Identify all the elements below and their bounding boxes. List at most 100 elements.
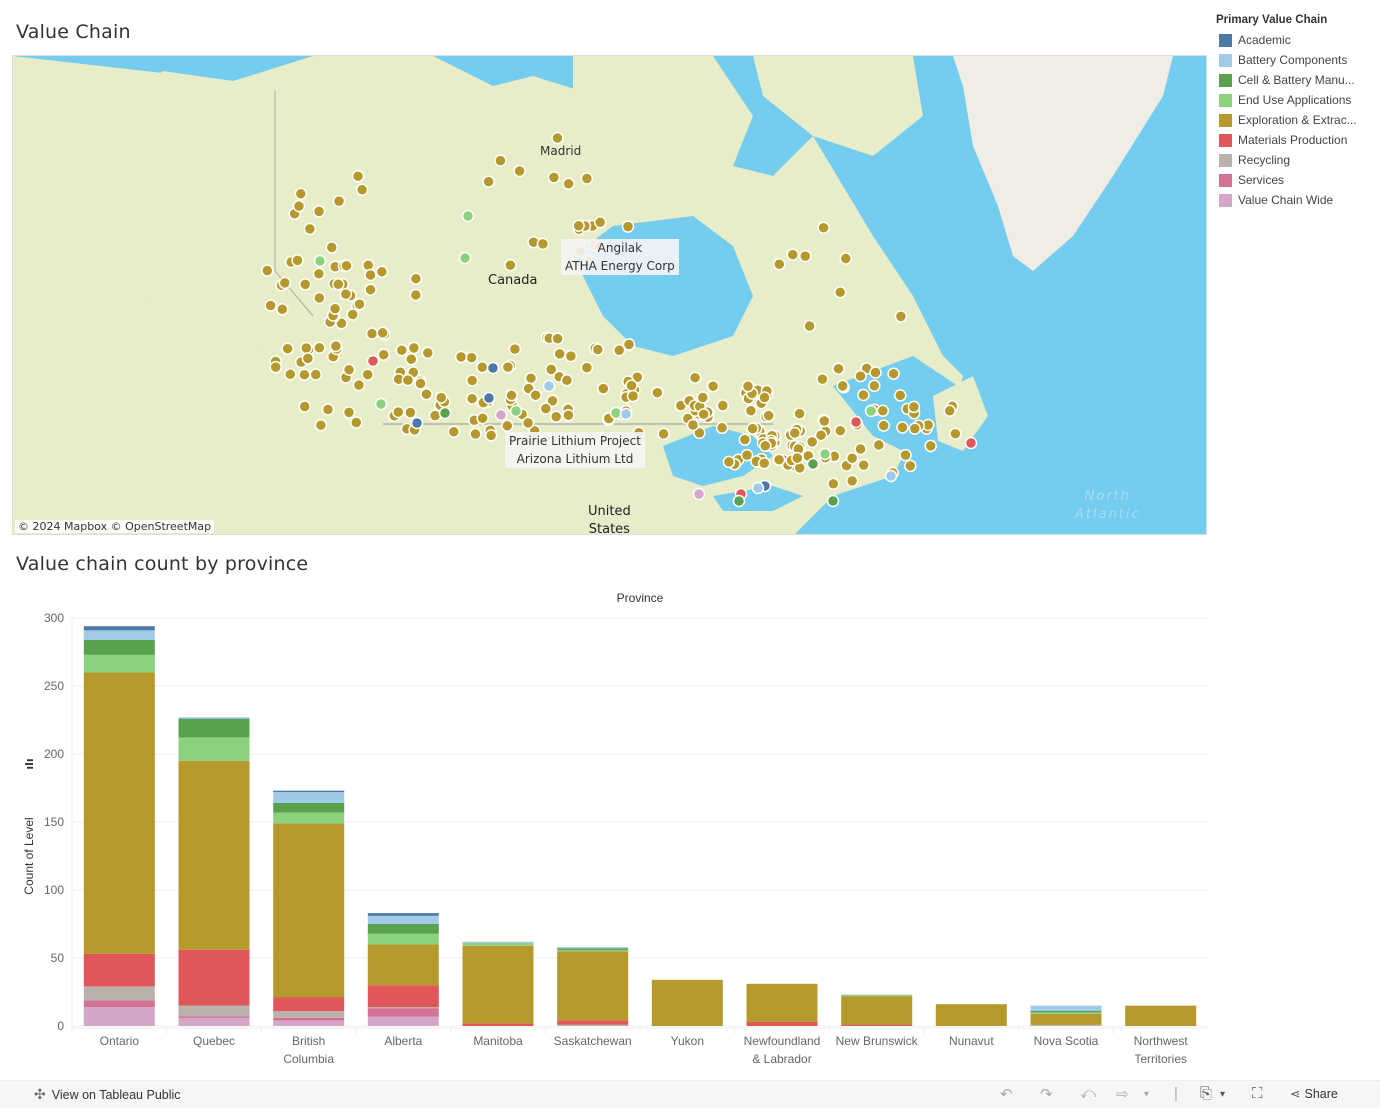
y-tick-label: 100 [44,883,64,897]
bar-segment[interactable] [557,947,629,949]
bar-segment[interactable] [273,803,345,813]
bar-segment[interactable] [367,913,439,916]
legend-item[interactable]: Cell & Battery Manu... [1216,70,1376,90]
y-axis-label: Count of Level [22,817,36,894]
bar-segment[interactable] [462,943,534,946]
bar-segment[interactable] [273,1020,345,1026]
bar-segment[interactable] [557,949,629,952]
legend-item[interactable]: Materials Production [1216,130,1376,150]
bar-segment[interactable] [1030,1011,1102,1013]
bar-segment[interactable] [178,717,250,719]
bar-segment[interactable] [367,915,439,924]
bar-segment[interactable] [1030,1013,1102,1025]
map-tooltip-angilak-line2: ATHA Energy Corp [565,259,675,273]
map-point-exploration [877,419,890,432]
bar-segment[interactable] [178,1017,250,1026]
download-icon[interactable]: ⎘ [1200,1085,1212,1102]
undo-icon[interactable]: ↶ [1000,1085,1013,1103]
bar-segment[interactable] [273,812,345,824]
legend-item[interactable]: Battery Components [1216,50,1376,70]
bar-segment[interactable] [462,941,534,944]
bar-segment[interactable] [367,1016,439,1027]
bar-segment[interactable] [83,654,155,673]
bar-segment[interactable] [367,944,439,986]
legend-item[interactable]: Recycling [1216,150,1376,170]
bar-segment[interactable] [557,1020,629,1025]
revert-icon[interactable]: ⤺ [1080,1085,1096,1102]
legend-label: Academic [1238,33,1291,47]
bar-segment[interactable] [178,760,250,950]
redo-icon[interactable]: ↷ [1040,1085,1053,1103]
x-tick-label: Quebec [193,1034,235,1048]
map-point-exploration [376,326,389,340]
bar-segment[interactable] [83,672,155,954]
bar-segment[interactable] [841,994,913,997]
bar-segment[interactable] [83,639,155,655]
map-point-exploration [301,352,315,365]
bar-segment[interactable] [273,823,345,998]
x-tick-label: Manitoba [473,1034,523,1048]
legend-item[interactable]: Exploration & Extrac... [1216,110,1376,130]
map-point-exploration [741,380,755,393]
map-point-exploration [896,421,909,434]
bar-segment[interactable] [367,1008,439,1017]
bar-segment[interactable] [273,790,345,793]
bar-segment[interactable] [178,1005,250,1017]
map-point-exploration [868,379,881,393]
bar-segment[interactable] [178,718,250,738]
map-point-exploration [857,388,870,402]
bar-segment[interactable] [83,630,155,640]
bar-segment[interactable] [178,737,250,761]
bar-segment[interactable] [557,951,629,1021]
bar-segment[interactable] [746,1021,818,1026]
bar-segment[interactable] [1030,1024,1102,1026]
map-point-exploration [580,172,594,185]
refresh-icon[interactable]: ⇨ [1116,1085,1129,1103]
bar-segment[interactable] [367,924,439,934]
bar-segment[interactable] [83,953,155,987]
map-point-exploration [894,310,908,323]
map-point-academic [410,416,424,430]
bar-segment[interactable] [557,948,629,950]
bar-segment[interactable] [273,1011,345,1018]
bar-segment[interactable] [841,996,913,1025]
map-view[interactable]: Madrid Angilak ATHA Energy Corp Canada P… [12,55,1207,535]
bar-segment[interactable] [557,1024,629,1026]
legend-item[interactable]: Academic [1216,30,1376,50]
x-tick-label: Nova Scotia [1034,1034,1099,1048]
bar-segment[interactable] [651,979,723,1026]
bar-segment[interactable] [1030,1012,1102,1014]
bar-segment[interactable] [273,1017,345,1021]
legend-item[interactable]: Value Chain Wide [1216,190,1376,210]
fullscreen-icon[interactable]: ⛶ [1252,1085,1263,1102]
bar-segment[interactable] [273,792,345,803]
bar-segment[interactable] [83,626,155,631]
bar-segment[interactable] [367,933,439,945]
bar-segment[interactable] [841,1024,913,1026]
x-tick-label: Saskatchewan [554,1034,632,1048]
view-on-tableau-link[interactable]: ✣ View on Tableau Public [34,1086,181,1103]
bar-segment[interactable] [462,945,534,1024]
bar-segment[interactable] [273,997,345,1011]
bar-segment[interactable] [746,983,818,1022]
bar-segment[interactable] [178,949,250,1006]
bar-segment[interactable] [367,1007,439,1009]
legend-item[interactable]: End Use Applications [1216,90,1376,110]
bar-segment[interactable] [83,986,155,1001]
bar-segment[interactable] [1030,1005,1102,1011]
map-point-exploration [465,351,478,364]
bar-segment[interactable] [935,1004,1007,1026]
share-button[interactable]: ⋖ Share [1290,1086,1338,1102]
legend-item[interactable]: Services [1216,170,1376,190]
bar-segment[interactable] [178,1016,250,1018]
bar-segment[interactable] [83,1000,155,1007]
download-dropdown-icon[interactable]: ▾ [1220,1089,1225,1100]
bar-segment[interactable] [1125,1005,1197,1026]
bar-segment[interactable] [83,1007,155,1026]
bar-segment[interactable] [462,1023,534,1026]
legend-swatch [1219,93,1232,107]
refresh-dropdown-icon[interactable]: ▾ [1144,1089,1149,1100]
map-point-exploration [524,371,538,385]
map-attribution[interactable]: © 2024 Mapbox © OpenStreetMap [15,520,215,533]
bar-segment[interactable] [367,985,439,1007]
